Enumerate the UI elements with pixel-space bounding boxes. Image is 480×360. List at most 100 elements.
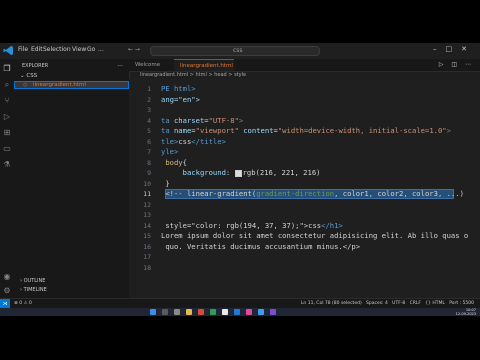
search-icon[interactable] xyxy=(162,309,168,315)
explorer-sidebar: EXPLORER ... ⌄ CSS ◇ lineargradient.html… xyxy=(14,59,130,298)
code-line[interactable]: yle> xyxy=(161,147,178,158)
status-spaces[interactable]: Spaces: 4 xyxy=(366,301,388,306)
files-icon[interactable]: ❐ xyxy=(3,65,11,73)
tab-welcome[interactable]: Welcome xyxy=(129,59,174,71)
line-number: 10 xyxy=(143,179,151,188)
color-swatch-icon xyxy=(234,169,242,177)
status-eol[interactable]: CRLF xyxy=(410,301,421,306)
file-explorer-icon[interactable] xyxy=(186,309,192,315)
line-number: 6 xyxy=(147,137,151,146)
app-icon-blue[interactable] xyxy=(234,309,240,315)
vscode-taskbar-icon[interactable] xyxy=(258,309,264,315)
html-file-icon: ◇ xyxy=(23,82,28,88)
command-center[interactable]: css xyxy=(150,46,320,56)
activity-bar: ❐ ⌕ ⑂ ▷ ⊞ ▭ ⚗ ◉ ⚙ xyxy=(0,59,15,298)
line-number: 1 xyxy=(147,85,151,93)
section-timeline[interactable]: › TIMELINE xyxy=(20,287,47,293)
status-right-items[interactable]: Ln 11, Col 78 (80 selected) Spaces: 4 UT… xyxy=(301,301,474,306)
remote-icon[interactable]: ▭ xyxy=(3,145,11,153)
code-token: "UTF-8" xyxy=(208,115,239,125)
line-number: 12 xyxy=(143,200,151,209)
command-center-label: css xyxy=(233,47,243,54)
extensions-icon[interactable]: ⊞ xyxy=(3,129,11,137)
line-number: 3 xyxy=(147,106,151,114)
code-line[interactable]: ang="en"> xyxy=(161,95,200,106)
code-token: { xyxy=(182,157,187,167)
menu-more[interactable]: ... xyxy=(98,46,104,53)
line-number: 11 xyxy=(143,190,151,198)
line-number: 14 xyxy=(143,221,151,230)
more-actions-icon[interactable]: ... xyxy=(117,61,123,68)
menu-go[interactable]: Go xyxy=(87,46,95,53)
search-icon[interactable]: ⌕ xyxy=(3,81,11,89)
code-token: css xyxy=(308,220,322,230)
menu-file[interactable]: File xyxy=(18,46,28,53)
settings-gear-icon[interactable]: ⚙ xyxy=(3,287,11,295)
line-number: 2 xyxy=(147,95,151,104)
line-number: 18 xyxy=(143,263,151,272)
explorer-title: EXPLORER xyxy=(22,63,49,69)
menu-view[interactable]: View xyxy=(72,46,86,53)
code-line[interactable]: style="color: rgb(194, 37, 37);">css</h1… xyxy=(161,220,343,232)
problems-indicator[interactable]: ⊗ 0 ⚠ 0 xyxy=(14,301,32,306)
account-icon[interactable]: ◉ xyxy=(3,273,11,281)
testing-icon[interactable]: ⚗ xyxy=(3,161,11,169)
nav-arrows[interactable]: ← → xyxy=(128,46,140,53)
editor-actions[interactable]: ▷ ◫ ⋯ xyxy=(439,61,474,68)
menu-selection[interactable]: Selection xyxy=(43,46,71,53)
app-icon-pink[interactable] xyxy=(246,309,252,315)
code-token: quo. Veritatis ducimus accusantium minus… xyxy=(161,241,361,251)
line-number: 8 xyxy=(147,158,151,167)
app-icon-red[interactable] xyxy=(198,309,204,315)
source-control-icon[interactable]: ⑂ xyxy=(3,97,11,105)
run-debug-icon[interactable]: ▷ xyxy=(3,113,11,121)
tab-lineargradient[interactable]: lineargradient.html xyxy=(174,59,234,71)
file-item-lineargradient[interactable]: ◇ lineargradient.html xyxy=(14,81,129,89)
app-icon-purple[interactable] xyxy=(270,309,276,315)
windows-taskbar: 10:07 12-09-2023 xyxy=(0,308,480,316)
file-label: lineargradient.html xyxy=(33,82,86,88)
code-token: ta xyxy=(161,126,174,135)
task-view-icon[interactable] xyxy=(174,309,180,315)
clock-date: 12-09-2023 xyxy=(455,312,476,316)
breadcrumb[interactable]: lineargradient.html > html > head > styl… xyxy=(140,72,246,78)
status-port[interactable]: Port : 5500 xyxy=(449,301,474,306)
code-line[interactable]: tle>css</title> xyxy=(161,137,226,148)
code-line[interactable]: background: rgb(216, 221, 216) xyxy=(161,168,321,179)
code-token: : xyxy=(225,168,235,177)
window-controls[interactable]: –□✕ xyxy=(433,45,476,53)
title-bar: File Edit Selection View Go ... ← → css … xyxy=(0,43,480,60)
status-encoding[interactable]: UTF-8 xyxy=(392,301,405,306)
code-line[interactable]: } xyxy=(161,178,170,190)
code-line[interactable]: <!-- linear-gradient(gradient-direction,… xyxy=(161,189,464,200)
tab-label: Welcome xyxy=(135,62,161,68)
code-line[interactable]: Lorem ipsum dolor sit amet consectetur a… xyxy=(161,231,468,242)
code-token: "viewport" xyxy=(195,126,239,135)
outline-label: OUTLINE xyxy=(23,278,46,284)
app-icon-white[interactable] xyxy=(222,309,228,315)
code-line[interactable]: PE html> xyxy=(161,84,196,95)
line-number: 16 xyxy=(143,242,151,251)
code-token: </h1> xyxy=(321,220,343,230)
line-number: 9 xyxy=(147,169,151,177)
tab-label: lineargradient.html xyxy=(180,63,233,69)
status-position[interactable]: Ln 11, Col 78 (80 selected) xyxy=(301,301,362,306)
code-token: body xyxy=(161,157,183,167)
code-editor[interactable]: 1 2 3 4 5 6 7 8 9 10 11 12 13 14 15 16 17 18 PE html> ang=… xyxy=(129,79,480,298)
system-tray[interactable]: 10:07 12-09-2023 xyxy=(456,308,476,316)
app-icon-green[interactable] xyxy=(210,309,216,315)
code-token: > xyxy=(446,126,451,135)
code-line[interactable]: body{ xyxy=(161,158,187,169)
line-number: 4 xyxy=(147,116,151,125)
menu-edit[interactable]: Edit xyxy=(31,46,43,53)
line-number: 5 xyxy=(147,127,151,135)
status-language[interactable]: {} HTML xyxy=(425,301,445,306)
code-line[interactable]: ta name="viewport" content="width=device… xyxy=(161,126,451,137)
code-line[interactable]: quo. Veritatis ducimus accusantium minus… xyxy=(161,242,360,253)
code-token: } xyxy=(161,178,170,188)
code-line[interactable]: ta charset="UTF-8"> xyxy=(161,116,243,127)
start-icon[interactable] xyxy=(150,309,156,315)
code-token: style="color: rgb(194, 37, 37);"> xyxy=(161,220,309,230)
section-outline[interactable]: › OUTLINE xyxy=(20,278,45,284)
folder-css[interactable]: ⌄ CSS xyxy=(20,73,37,79)
